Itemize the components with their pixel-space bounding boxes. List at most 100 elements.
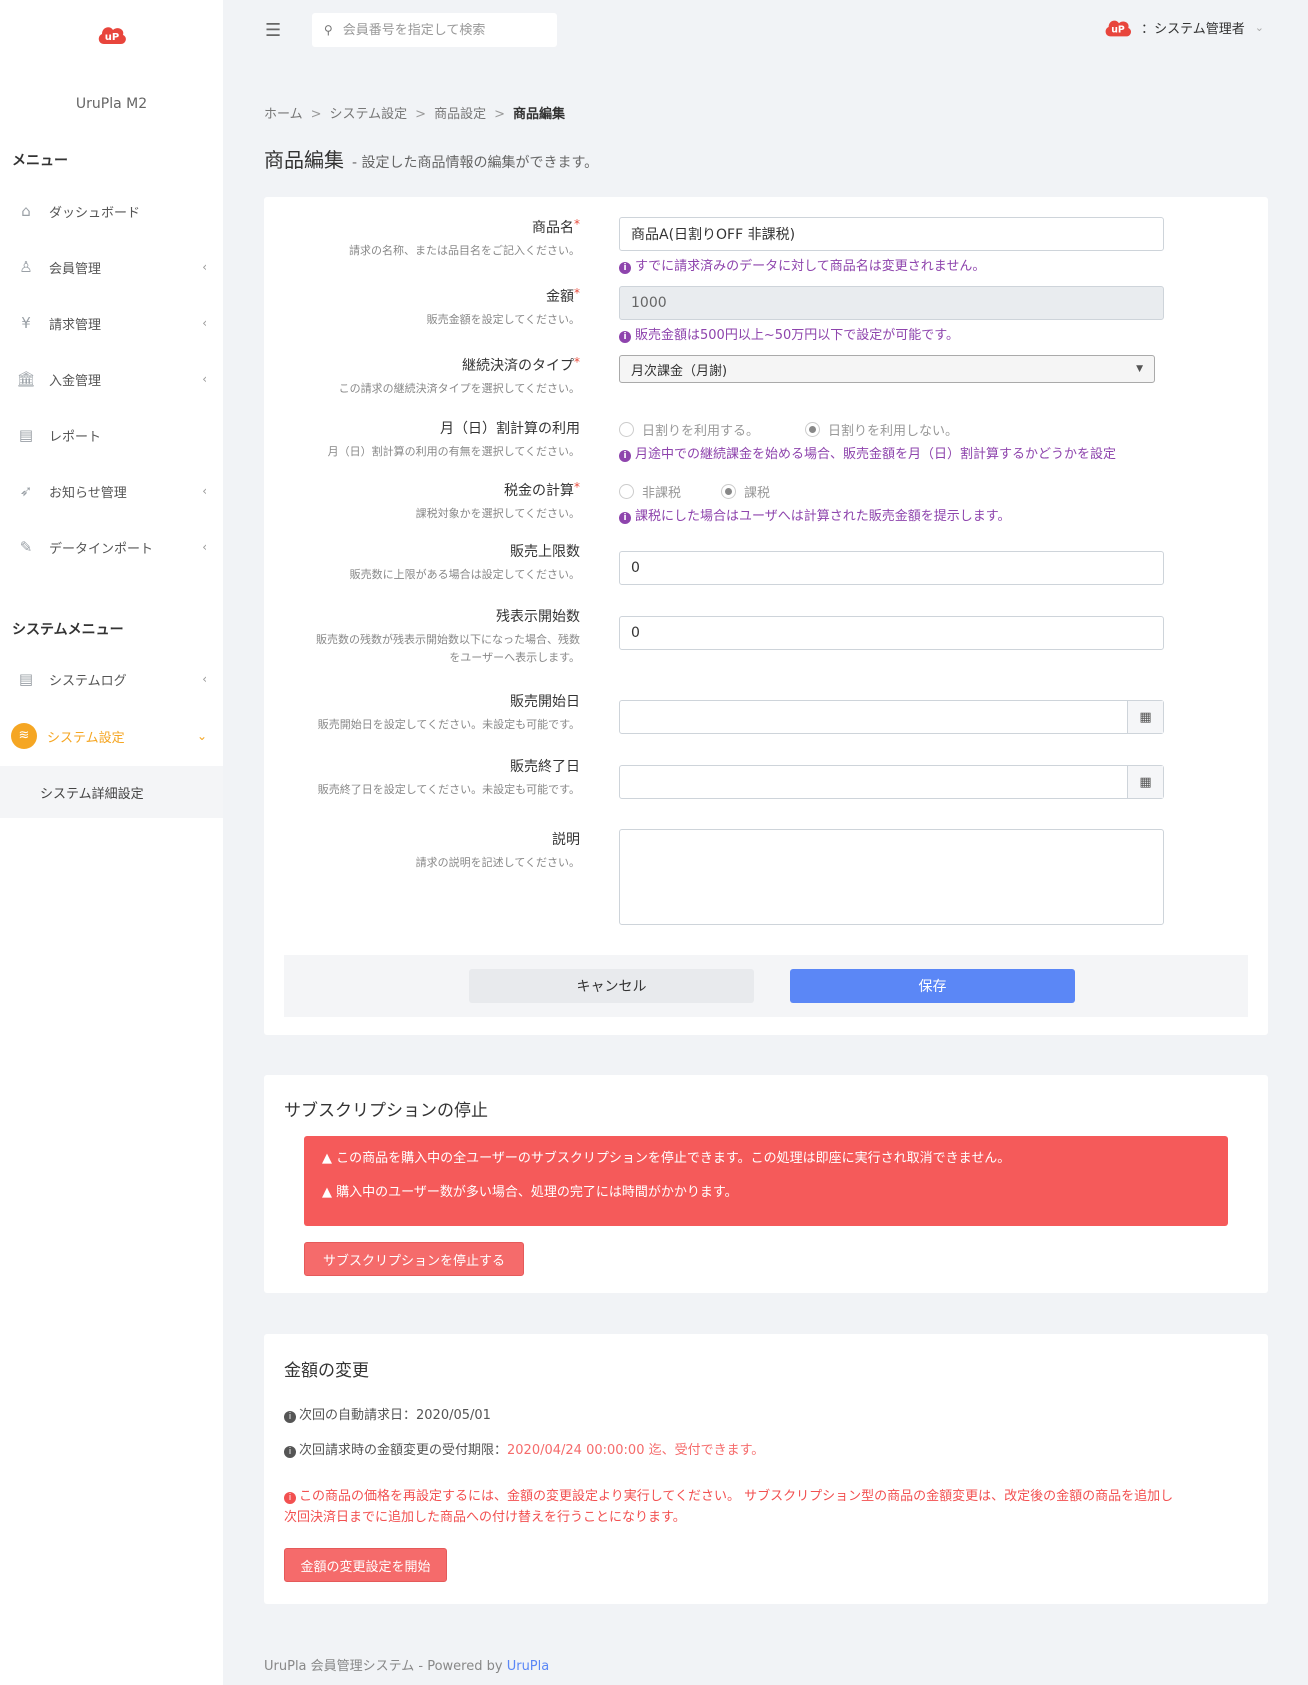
- alert-line-1: ▲ この商品を購入中の全ユーザーのサブスクリプションを停止できます。この処理は即…: [322, 1149, 1210, 1183]
- page-subtitle: - 設定した商品情報の編集ができます。: [352, 155, 599, 171]
- product-name-input[interactable]: 商品A(日割りOFF 非課税): [619, 217, 1164, 251]
- radio-button[interactable]: [619, 484, 634, 499]
- sidebar-item-notices[interactable]: ➶ お知らせ管理 ‹: [0, 469, 223, 513]
- sidebar-item-members[interactable]: ♙ 会員管理 ‹: [0, 245, 223, 289]
- info-icon: i: [619, 450, 631, 462]
- save-button[interactable]: 保存: [790, 969, 1075, 1003]
- bank-icon: 🏛: [16, 370, 36, 388]
- urupla-logo[interactable]: uP: [96, 22, 128, 46]
- next-billing-info: i 次回の自動請求日：2020/05/01: [284, 1404, 491, 1423]
- radio-button[interactable]: [721, 484, 737, 499]
- document-icon: ▤: [18, 426, 34, 444]
- remain-desc-line2: をユーザーへ表示します。: [449, 651, 580, 664]
- name-label-group: 商品名* 請求の名称、または品目名をご記入ください。: [349, 217, 580, 260]
- chevron-left-icon: ‹: [202, 540, 207, 554]
- next-billing-date: 2020/05/01: [416, 1408, 491, 1423]
- user-avatar-logo: uP: [1105, 20, 1132, 37]
- remain-display-input[interactable]: 0: [619, 616, 1164, 650]
- prorate-radio-group: 日割りを利用する。 日割りを利用しない。: [619, 420, 1004, 439]
- name-label: 商品名: [532, 220, 574, 236]
- footer-link[interactable]: UruPla: [507, 1659, 550, 1674]
- form-actions: キャンセル 保存: [284, 955, 1248, 1017]
- chevron-left-icon: ‹: [202, 372, 207, 386]
- sidebar-item-system-log[interactable]: ▤ システムログ ‹: [0, 657, 223, 701]
- tax-option-exempt[interactable]: 非課税: [619, 482, 681, 501]
- price-input: 1000: [619, 286, 1164, 320]
- sidebar-item-dashboard[interactable]: ⌂ ダッシュボード: [0, 189, 223, 233]
- remain-label: 残表示開始数: [496, 609, 580, 625]
- tax-option-taxed-label: 課税: [744, 486, 771, 501]
- calendar-icon[interactable]: ▦: [1127, 766, 1163, 798]
- warning-icon: ▲: [322, 1185, 332, 1200]
- yen-icon: ¥: [21, 314, 31, 332]
- prorate-hint: i 月途中での継続課金を始める場合、販売金額を月（日）割計算するかどうかを設定: [619, 443, 1116, 462]
- warning-icon: ▲: [322, 1151, 332, 1166]
- sidebar-item-label: データインポート: [49, 541, 154, 557]
- remain-desc-line1: 販売数の残数が残表示開始数以下になった場合、残数: [316, 633, 580, 646]
- document-icon: ▤: [18, 670, 34, 688]
- name-desc: 請求の名称、または品目名をご記入ください。: [349, 244, 580, 257]
- sidebar-item-label: 入金管理: [49, 373, 102, 389]
- description-desc: 請求の説明を記述してください。: [415, 856, 580, 869]
- price-label: 金額: [546, 289, 574, 305]
- tax-option-taxed[interactable]: 課税: [721, 482, 770, 501]
- breadcrumb-product-settings[interactable]: 商品設定: [434, 107, 486, 122]
- price-desc: 販売金額を設定してください。: [426, 313, 580, 326]
- product-edit-form: 商品名* 請求の名称、または品目名をご記入ください。 商品A(日割りOFF 非課…: [264, 197, 1268, 1035]
- chevron-left-icon: ‹: [202, 260, 207, 274]
- deadline-label: 次回請求時の金額変更の受付期限：: [299, 1443, 508, 1458]
- tax-hint: i 課税にした場合はユーザへは計算された販売金額を提示します。: [619, 505, 1010, 524]
- sales-start-date-input[interactable]: ▦: [619, 700, 1164, 734]
- sidebar-item-label: システム設定: [47, 730, 125, 746]
- info-icon: i: [619, 262, 631, 274]
- search-input[interactable]: [342, 22, 543, 38]
- sidebar-subitem-system-detail[interactable]: システム詳細設定: [0, 766, 223, 818]
- start-label-group: 販売開始日 販売開始日を設定してください。未設定も可能です。: [318, 691, 580, 734]
- price-change-warning-line2: 次回決済日までに追加した商品への付け替えを行うことになります。: [284, 1510, 686, 1525]
- required-mark: *: [574, 355, 580, 369]
- sidebar: uP UruPla M2 メニュー ⌂ ダッシュボード ♙ 会員管理 ‹ ¥ 請…: [0, 0, 223, 1685]
- breadcrumb-home[interactable]: ホーム: [264, 107, 303, 122]
- prorate-hint-text: 月途中での継続課金を始める場合、販売金額を月（日）割計算するかどうかを設定: [635, 447, 1117, 462]
- prorate-option-on[interactable]: 日割りを利用する。: [619, 420, 759, 439]
- breadcrumb-system-settings[interactable]: システム設定: [330, 107, 408, 122]
- menu-title: メニュー: [12, 153, 68, 169]
- cancel-button[interactable]: キャンセル: [469, 969, 754, 1003]
- limit-label-group: 販売上限数 販売数に上限がある場合は設定してください。: [350, 541, 580, 584]
- subscription-stop-card: サブスクリプションの停止 ▲ この商品を購入中の全ユーザーのサブスクリプションを…: [264, 1075, 1268, 1293]
- calendar-icon[interactable]: ▦: [1127, 701, 1163, 733]
- description-label-group: 説明 請求の説明を記述してください。: [416, 829, 580, 872]
- info-icon: i: [284, 1411, 296, 1423]
- sales-end-date-input[interactable]: ▦: [619, 765, 1164, 799]
- start-price-change-button[interactable]: 金額の変更設定を開始: [284, 1548, 447, 1582]
- sidebar-item-import[interactable]: ✎ データインポート ‹: [0, 525, 223, 569]
- search-box: ⚲: [312, 13, 557, 47]
- remain-desc: 販売数の残数が残表示開始数以下になった場合、残数をユーザーへ表示します。: [316, 631, 580, 667]
- edit-icon: ✎: [19, 538, 33, 556]
- tax-desc: 課税対象かを選択してください。: [415, 507, 580, 520]
- sidebar-item-label: 会員管理: [49, 261, 102, 277]
- limit-desc: 販売数に上限がある場合は設定してください。: [349, 568, 580, 581]
- prorate-label-group: 月（日）割計算の利用 月（日）割計算の利用の有無を選択してください。: [328, 418, 580, 461]
- sidebar-item-report[interactable]: ▤ レポート: [0, 413, 223, 457]
- sidebar-item-payments[interactable]: 🏛 入金管理 ‹: [0, 357, 223, 401]
- radio-button[interactable]: [805, 422, 821, 437]
- prorate-option-off[interactable]: 日割りを利用しない。: [805, 420, 958, 439]
- info-icon: i: [619, 331, 631, 343]
- description-textarea[interactable]: [619, 829, 1164, 925]
- sales-limit-input[interactable]: 0: [619, 551, 1164, 585]
- billing-type-select[interactable]: 月次課金（月謝) ▼: [619, 355, 1155, 383]
- sidebar-item-system-settings[interactable]: ≋ システム設定 ⌄: [0, 714, 223, 758]
- deadline-info: i 次回請求時の金額変更の受付期限：2020/04/24 00:00:00 迄、受…: [284, 1439, 764, 1458]
- sidebar-item-billing[interactable]: ¥ 請求管理 ‹: [0, 301, 223, 345]
- svg-text:uP: uP: [105, 32, 119, 43]
- tax-label: 税金の計算: [504, 483, 574, 499]
- user-menu[interactable]: uP ：システム管理者 ⌄: [1103, 15, 1264, 39]
- price-change-title: 金額の変更: [284, 1361, 369, 1381]
- tax-option-exempt-label: 非課税: [642, 486, 682, 501]
- stop-subscription-button[interactable]: サブスクリプションを停止する: [304, 1242, 524, 1276]
- radio-button[interactable]: [619, 422, 634, 437]
- home-icon: ⌂: [21, 202, 31, 220]
- layers-icon: ≋: [11, 723, 37, 749]
- hamburger-menu-icon[interactable]: ☰: [265, 20, 281, 41]
